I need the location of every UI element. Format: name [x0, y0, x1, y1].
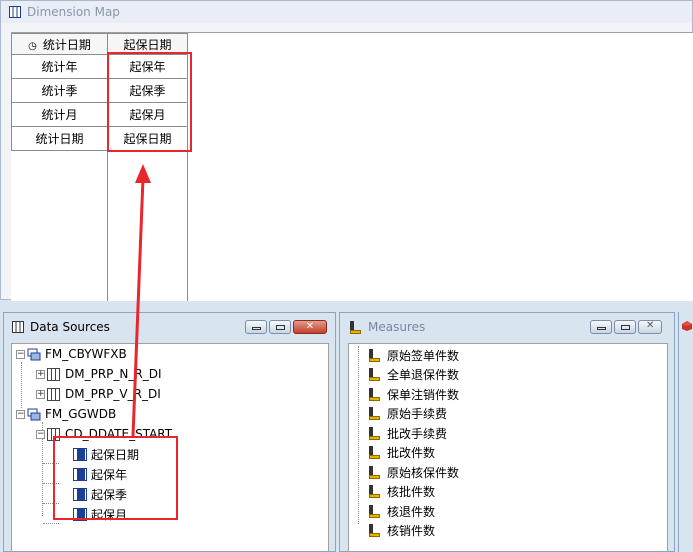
- maximize-button[interactable]: [269, 320, 291, 334]
- measure-label: 全单退保件数: [387, 368, 460, 382]
- close-button-inactive[interactable]: ✕: [638, 320, 662, 334]
- measure-label: 核退件数: [387, 504, 436, 519]
- table-cell[interactable]: 统计日期: [11, 126, 108, 151]
- tree-item-label: DM_PRP_V_R_DI: [65, 387, 161, 401]
- database-icon: [27, 348, 41, 360]
- ruler-icon: [367, 387, 381, 401]
- measure-label: 核销件数: [387, 524, 436, 538]
- tree-item-label: DM_PRP_N_R_DI: [65, 367, 162, 381]
- measure-item[interactable]: 全单退保件数: [367, 366, 459, 384]
- collapse-toggle[interactable]: −: [16, 409, 25, 419]
- maximize-icon: [621, 325, 630, 330]
- close-button[interactable]: ✕: [293, 320, 327, 334]
- ruler-icon: [367, 446, 381, 459]
- ruler-icon: [367, 524, 381, 537]
- side-panel-edge: [678, 312, 693, 552]
- window-controls: ✕: [590, 320, 662, 334]
- grid-icon: [9, 6, 21, 18]
- ruler-icon: [367, 504, 381, 518]
- clock-icon: ◷: [28, 40, 37, 52]
- ruler-icon: [367, 407, 381, 420]
- table-cell[interactable]: 统计季: [11, 78, 108, 103]
- data-sources-title: Data Sources: [30, 320, 110, 334]
- measure-item[interactable]: 原始手续费: [367, 405, 447, 423]
- maximize-button[interactable]: [614, 320, 636, 334]
- table-icon: [47, 367, 60, 381]
- measure-item[interactable]: 批改手续费: [367, 424, 447, 442]
- measure-label: 原始签单件数: [387, 348, 460, 363]
- ruler-icon: [367, 368, 381, 381]
- measures-title: Measures: [368, 320, 426, 334]
- measure-label: 原始手续费: [387, 407, 448, 421]
- measure-item[interactable]: 原始签单件数: [367, 346, 459, 364]
- table-cell[interactable]: 统计月: [11, 102, 108, 127]
- expand-toggle[interactable]: +: [36, 369, 45, 379]
- minimize-icon: [597, 327, 606, 330]
- tree-item-table[interactable]: + DM_PRP_V_R_DI: [36, 385, 161, 403]
- tree-item-table[interactable]: + DM_PRP_N_R_DI: [36, 365, 162, 383]
- ruler-icon: [367, 348, 381, 362]
- grid-icon: [12, 321, 24, 333]
- database-icon: [27, 408, 41, 420]
- highlight-box-source-fields: [53, 436, 178, 520]
- tree-item-label: FM_CBYWFXB: [45, 347, 127, 361]
- ruler-icon: [367, 465, 381, 479]
- minimize-button[interactable]: [590, 320, 612, 334]
- measure-label: 保单注销件数: [387, 387, 460, 402]
- ruler-icon: [367, 426, 381, 440]
- measure-item[interactable]: 核退件数: [367, 502, 435, 520]
- measure-item[interactable]: 批改件数: [367, 444, 435, 462]
- dimension-map-title: Dimension Map: [27, 5, 120, 19]
- measure-item[interactable]: 核批件数: [367, 483, 435, 501]
- measure-item[interactable]: 原始核保件数: [367, 463, 459, 481]
- table-cell[interactable]: 统计年: [11, 54, 108, 79]
- cube-icon: [682, 321, 692, 331]
- ruler-icon: [367, 485, 381, 498]
- tree-item-database[interactable]: − FM_CBYWFXB: [16, 345, 127, 363]
- ruler-icon: [348, 320, 362, 334]
- measures-panel: Measures ✕ 原始签单件数 全单退保件数 保单注销件数 原始手续费批改手续费批…: [339, 312, 675, 552]
- measure-label: 核批件数: [387, 485, 436, 499]
- column-header-stat-date[interactable]: ◷ 统计日期: [11, 33, 108, 55]
- measures-list[interactable]: 原始签单件数 全单退保件数 保单注销件数 原始手续费批改手续费批改件数原始核保件数 核批…: [348, 343, 668, 551]
- measure-item[interactable]: 保单注销件数: [367, 385, 459, 403]
- minimize-button[interactable]: [245, 320, 267, 334]
- maximize-icon: [276, 325, 285, 330]
- measure-item[interactable]: 核销件数: [367, 522, 435, 540]
- measure-label: 批改件数: [387, 446, 436, 460]
- window-controls: ✕: [245, 320, 327, 334]
- close-icon: ✕: [646, 320, 655, 331]
- collapse-toggle[interactable]: −: [36, 429, 45, 439]
- tree-item-label: FM_GGWDB: [45, 407, 117, 421]
- table-icon: [47, 387, 60, 401]
- dimension-map-panel: Dimension Map ◷ 统计日期 起保日期 统计年 起保年 统计季 起保季 统…: [0, 0, 693, 301]
- highlight-box-start-dates: [107, 52, 192, 152]
- tree-item-database[interactable]: − FM_GGWDB: [16, 405, 116, 423]
- dimension-map-titlebar: Dimension Map: [1, 1, 692, 23]
- measure-label: 原始核保件数: [387, 465, 460, 480]
- minimize-icon: [252, 327, 261, 330]
- collapse-toggle[interactable]: −: [16, 349, 25, 359]
- measure-label: 批改手续费: [387, 426, 448, 441]
- expand-toggle[interactable]: +: [36, 389, 45, 399]
